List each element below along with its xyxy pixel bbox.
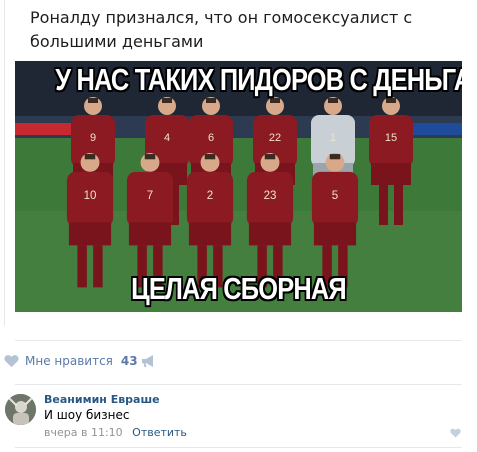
avatar-image [5,394,36,425]
jersey-number: 9 [90,132,96,144]
reply-button[interactable]: Ответить [132,426,187,439]
top-caption: У НАС ТАКИХ ПИДОРОВ С ДЕНЬГАМИ [55,62,462,97]
post-text: Роналду признался, что он гомосексуалист… [30,8,413,51]
heart-icon[interactable] [450,428,461,438]
jersey-number: 4 [164,132,170,144]
comment-meta: вчера в 11:10 Ответить [44,426,187,439]
jersey-number: 6 [208,132,214,144]
jersey-number: 23 [264,190,277,202]
jersey-number: 10 [84,190,97,202]
like-label: Мне нравится [25,354,113,368]
divider [15,384,462,385]
jersey-number: 2 [207,190,213,202]
divider [15,447,462,448]
like-button[interactable]: Мне нравится 43 [4,352,138,370]
bottom-caption: ЦЕЛАЯ СБОРНАЯ [131,271,347,306]
comment-time[interactable]: вчера в 11:10 [44,426,123,439]
heart-icon [4,355,19,368]
jersey-number: 1 [330,132,336,144]
post-photo[interactable]: 9 4 6 22 1 15 10 7 2 23 5 У НАС ТАКИХ ПИДОРОВ С Д… [15,61,462,312]
divider [15,340,462,341]
comment-author[interactable]: Веанимин Евраше [44,393,160,406]
comment-text: И шоу бизнес [44,408,130,422]
left-rule [4,0,5,326]
post-card: Роналду признался, что он гомосексуалист… [0,0,477,452]
jersey-number: 22 [269,132,281,144]
jersey-number: 5 [332,190,338,202]
avatar[interactable] [5,394,36,425]
jersey-number: 7 [147,190,153,202]
like-count: 43 [120,354,138,368]
megaphone-icon[interactable] [141,354,156,368]
jersey-number: 15 [385,132,397,144]
